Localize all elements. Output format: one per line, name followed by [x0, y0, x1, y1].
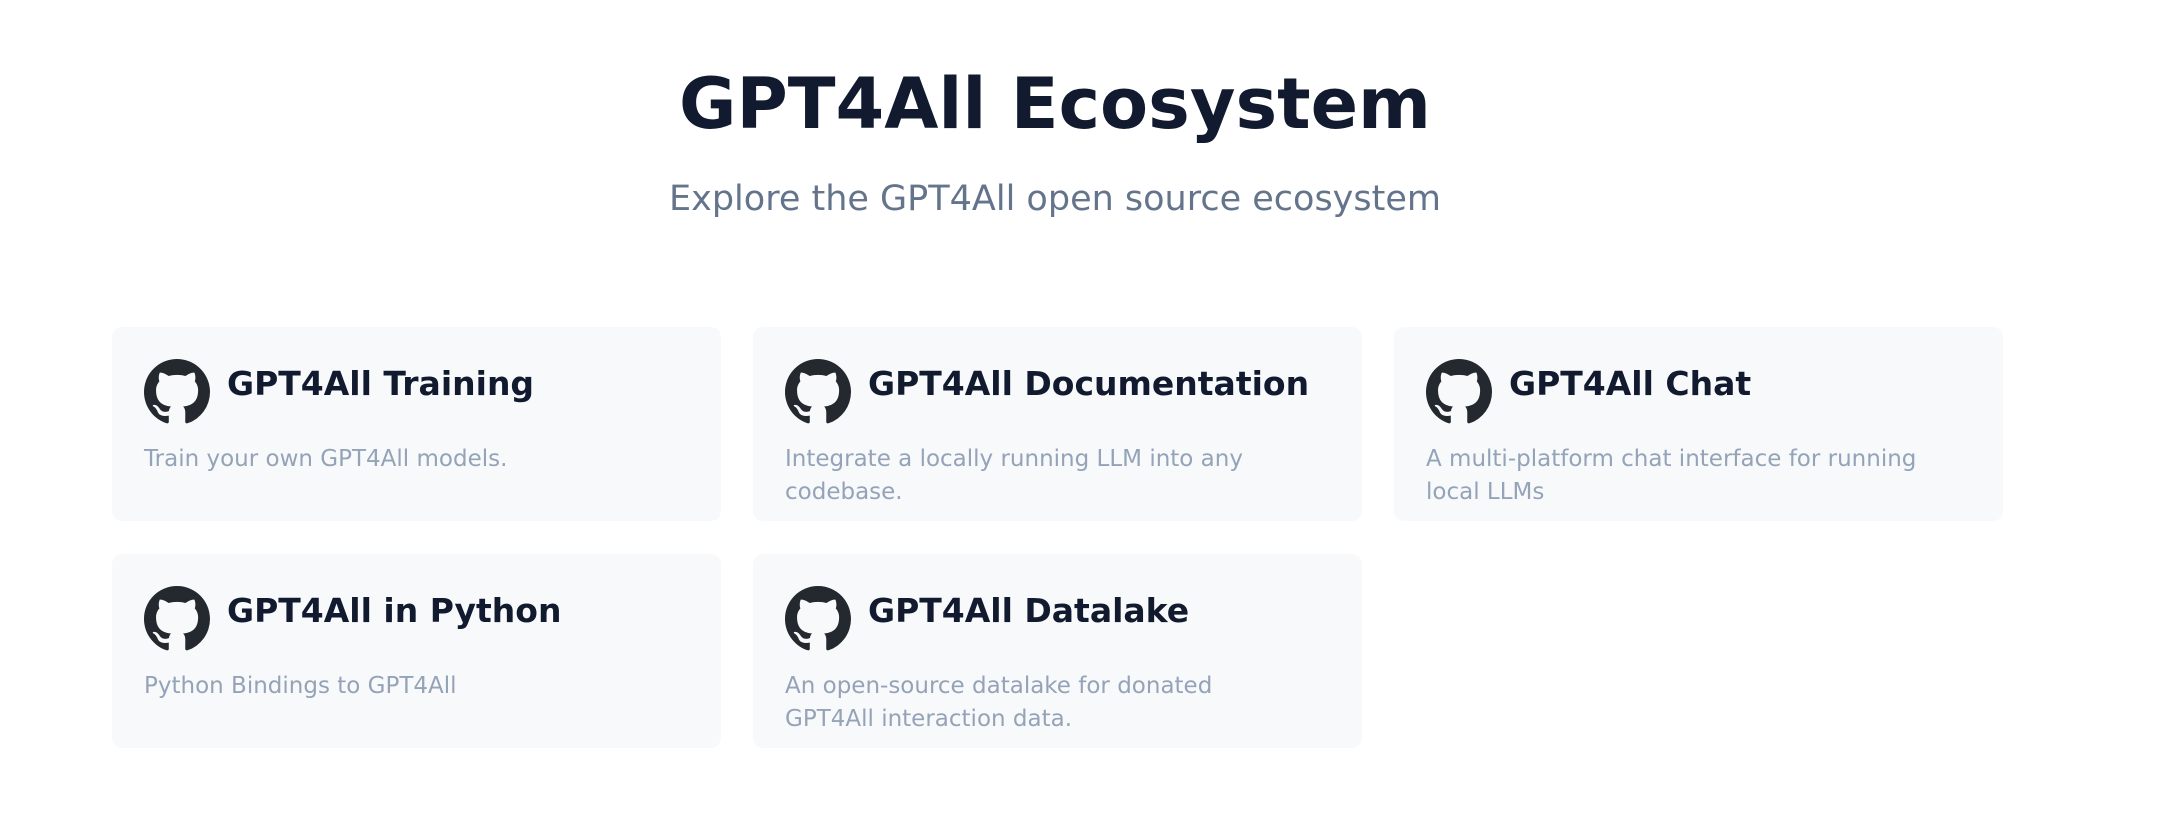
card-header: GPT4All Datalake: [785, 586, 1330, 652]
card-header: GPT4All Chat: [1426, 359, 1971, 425]
card-gpt4all-documentation[interactable]: GPT4All Documentation Integrate a locall…: [753, 327, 1362, 521]
card-title: GPT4All in Python: [227, 591, 562, 630]
card-header: GPT4All Documentation: [785, 359, 1330, 425]
card-title: GPT4All Documentation: [868, 364, 1310, 403]
github-icon: [144, 359, 210, 424]
card-title: GPT4All Training: [227, 364, 535, 403]
card-gpt4all-training[interactable]: GPT4All Training Train your own GPT4All …: [112, 327, 721, 521]
card-gpt4all-datalake[interactable]: GPT4All Datalake An open-source datalake…: [753, 554, 1362, 748]
github-icon: [144, 586, 210, 651]
card-description: A multi-platform chat interface for runn…: [1426, 446, 1917, 505]
card-header: GPT4All Training: [144, 359, 689, 425]
card-title: GPT4All Chat: [1509, 364, 1752, 403]
card-description: Integrate a locally running LLM into any…: [785, 446, 1243, 505]
card-gpt4all-in-python[interactable]: GPT4All in Python Python Bindings to GPT…: [112, 554, 721, 748]
github-icon: [1426, 359, 1492, 424]
page-title: GPT4All Ecosystem: [679, 63, 1431, 145]
card-description: An open-source datalake for donated GPT4…: [785, 673, 1213, 732]
card-title: GPT4All Datalake: [868, 591, 1190, 630]
page-subtitle: Explore the GPT4All open source ecosyste…: [669, 179, 1441, 219]
card-description: Python Bindings to GPT4All: [144, 673, 457, 699]
card-description: Train your own GPT4All models.: [144, 446, 508, 472]
github-icon: [785, 359, 851, 424]
card-gpt4all-chat[interactable]: GPT4All Chat A multi-platform chat inter…: [1394, 327, 2003, 521]
card-header: GPT4All in Python: [144, 586, 689, 652]
github-icon: [785, 586, 851, 651]
